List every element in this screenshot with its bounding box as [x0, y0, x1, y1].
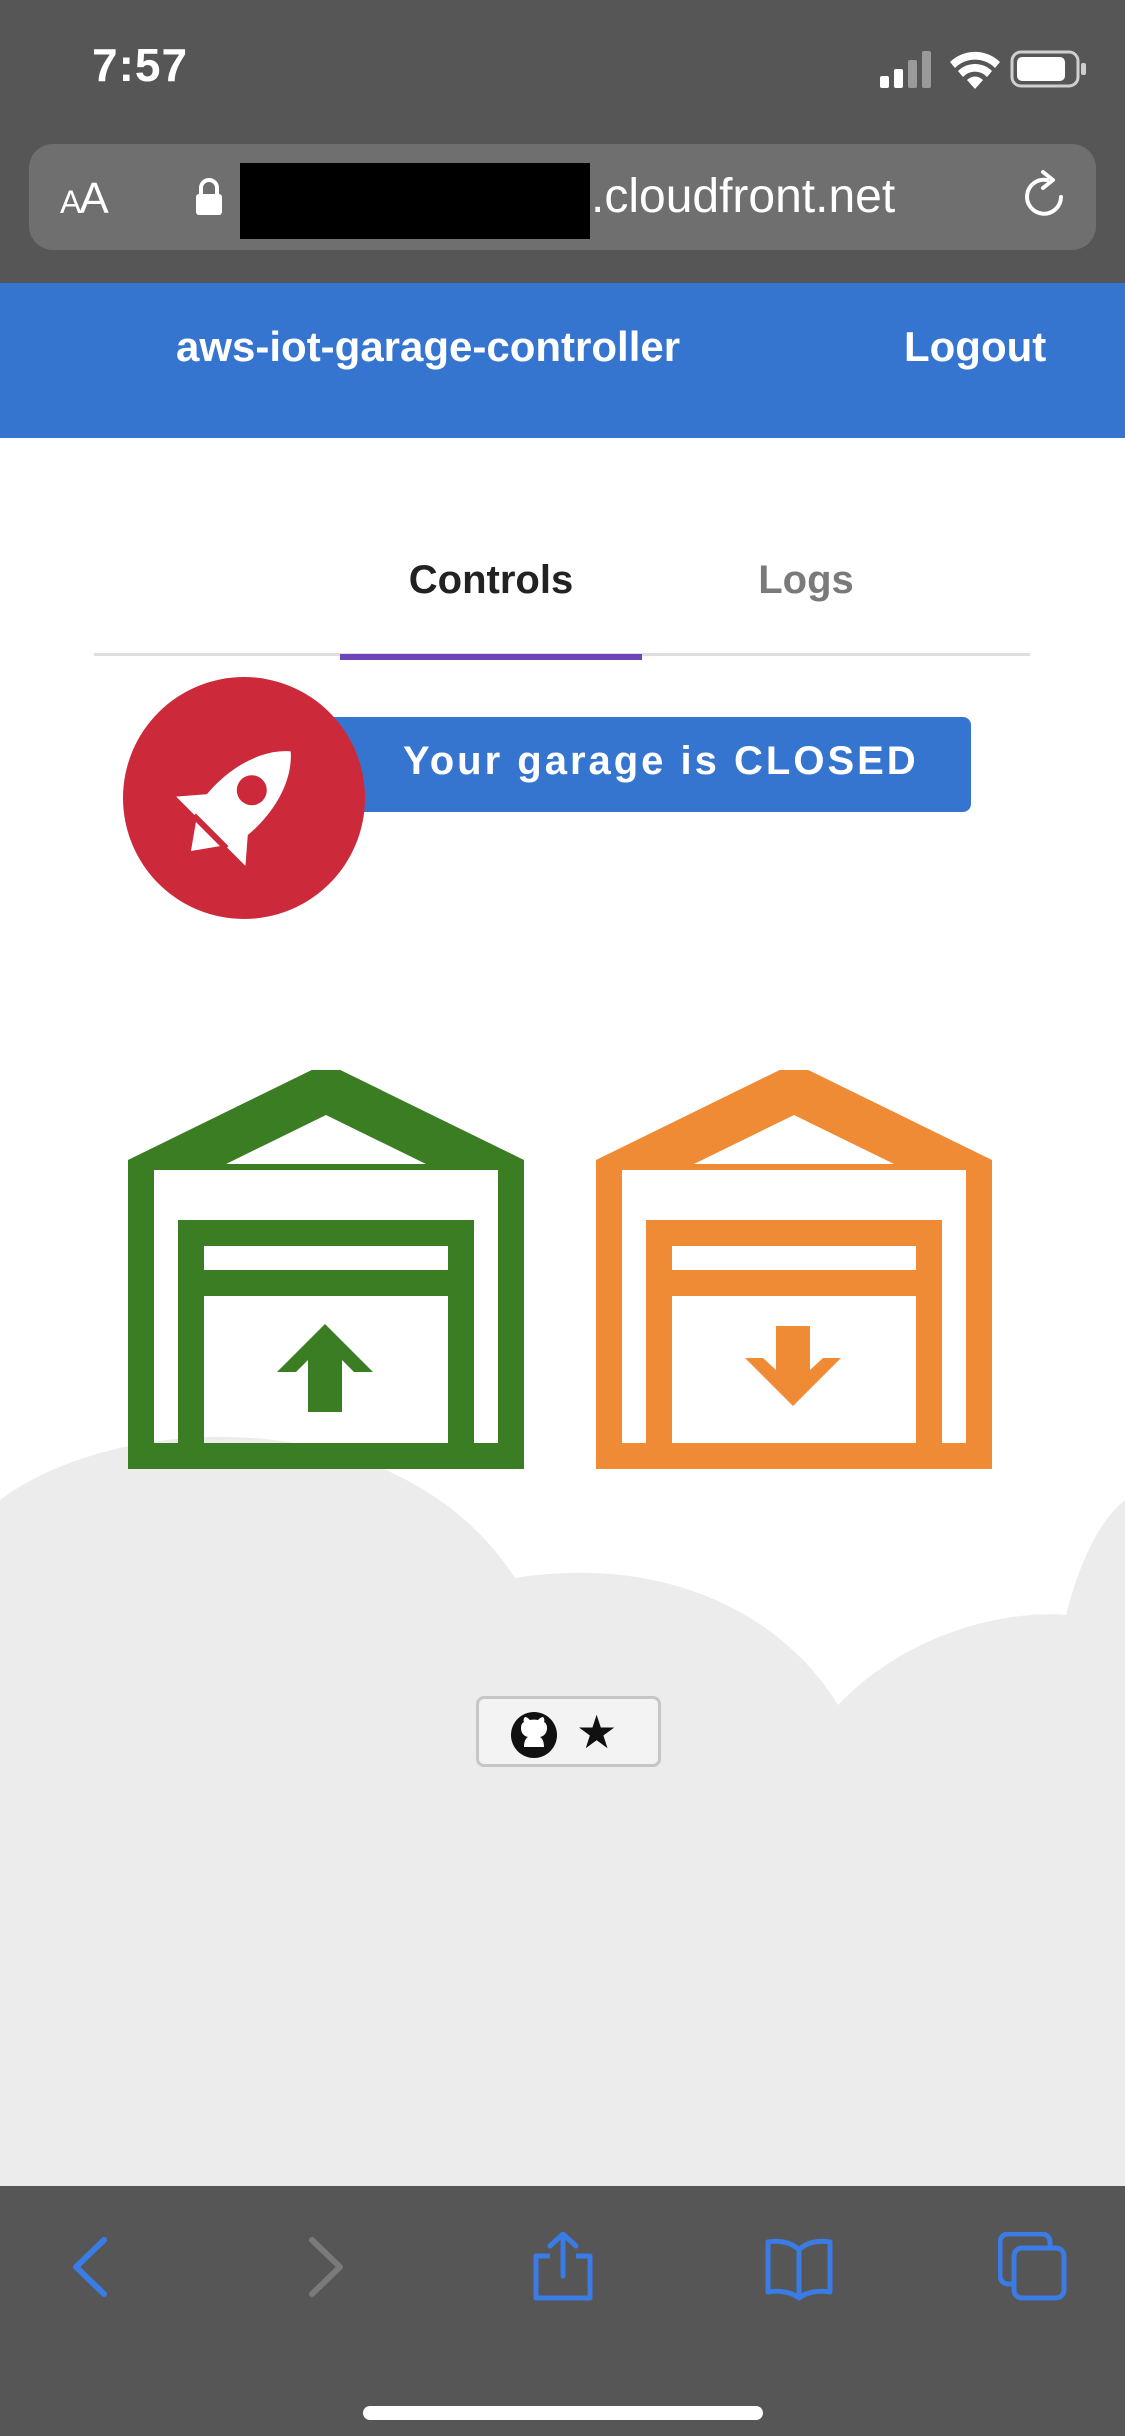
- url-domain[interactable]: .cloudfront.net: [591, 169, 895, 224]
- back-icon[interactable]: [56, 2232, 126, 2302]
- background-cloud: [0, 1436, 1125, 2186]
- garage-status-banner: Your garage is CLOSED: [320, 717, 971, 812]
- github-star-button[interactable]: ★: [476, 1696, 661, 1767]
- browser-bottom-toolbar: [0, 2186, 1125, 2436]
- rocket-icon: [176, 751, 291, 866]
- close-garage-button[interactable]: [596, 1070, 996, 1470]
- tab-controls[interactable]: Controls: [340, 530, 642, 660]
- lock-icon: [196, 178, 222, 215]
- battery-icon: [1010, 50, 1086, 88]
- tabs-icon[interactable]: [998, 2232, 1068, 2302]
- up-arrow-icon: [277, 1324, 373, 1412]
- tab-bar: Controls Logs: [94, 530, 1030, 660]
- address-bar[interactable]: AA .cloudfront.net: [29, 144, 1096, 250]
- cellular-signal-icon: [880, 51, 931, 88]
- share-icon[interactable]: [528, 2232, 598, 2302]
- rocket-badge: [123, 677, 365, 919]
- star-icon: ★: [576, 1706, 618, 1758]
- tab-logs[interactable]: Logs: [654, 530, 958, 654]
- browser-top-chrome: 7:57 AA .cloudfront.net: [0, 0, 1125, 283]
- reload-icon[interactable]: [1017, 167, 1073, 223]
- down-arrow-icon: [745, 1326, 841, 1406]
- logout-button[interactable]: Logout: [904, 323, 1046, 371]
- status-time: 7:57: [92, 39, 189, 91]
- url-redaction: [240, 163, 590, 239]
- garage-status-text: Your garage is CLOSED: [403, 739, 919, 783]
- bookmarks-icon[interactable]: [764, 2232, 834, 2302]
- status-icons: [880, 50, 1086, 89]
- open-garage-button[interactable]: [128, 1070, 528, 1470]
- app-header: aws-iot-garage-controller Logout: [0, 283, 1125, 438]
- app-title: aws-iot-garage-controller: [176, 323, 681, 370]
- github-icon: [511, 1712, 557, 1758]
- text-size-button[interactable]: AA: [60, 174, 109, 224]
- wifi-icon: [950, 51, 1000, 89]
- home-indicator: [363, 2406, 763, 2420]
- forward-icon[interactable]: [290, 2232, 360, 2302]
